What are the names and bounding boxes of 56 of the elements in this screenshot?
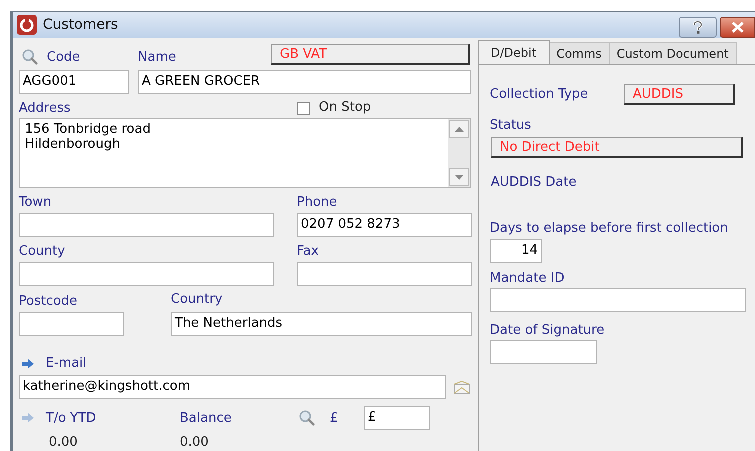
postcode-field[interactable] — [19, 312, 124, 336]
email-field[interactable]: katherine@kingshott.com — [19, 375, 446, 399]
on-stop-label: On Stop — [319, 99, 372, 118]
tab[interactable]: Comms — [550, 42, 610, 64]
phone-field[interactable]: 0207 052 8273 — [297, 213, 472, 237]
close-button[interactable] — [720, 17, 755, 38]
code-label: Code — [47, 50, 80, 64]
mandate-id-field[interactable] — [490, 288, 746, 312]
signature-date-field[interactable] — [490, 340, 597, 364]
name-field[interactable]: A GREEN GROCER — [138, 70, 471, 94]
town-field[interactable] — [19, 213, 274, 237]
county-field[interactable] — [19, 262, 274, 286]
search-icon[interactable] — [299, 410, 315, 426]
mandate-id-label: Mandate ID — [490, 271, 566, 286]
app-logo-icon — [17, 15, 37, 35]
collection-type-label: Collection Type — [490, 87, 590, 102]
currency-field[interactable]: £ — [364, 406, 430, 430]
address-label: Address — [19, 100, 72, 116]
turnover-label: T/o YTD — [46, 410, 96, 426]
arrow-icon[interactable] — [22, 413, 34, 423]
status-label: Status — [490, 118, 532, 133]
scrollbar[interactable] — [448, 119, 470, 187]
code-field[interactable]: AGG001 — [19, 70, 129, 94]
name-label: Name — [138, 50, 178, 65]
signature-date-label: Date of Signature — [490, 323, 606, 338]
postcode-label: Postcode — [19, 293, 79, 309]
country-field[interactable]: The Netherlands — [171, 312, 472, 336]
days-label: Days to elapse before first collection — [490, 221, 730, 236]
currency-label: £ — [330, 410, 340, 426]
address-line: 156 Tonbridge road — [25, 122, 152, 137]
tab[interactable]: Custom Document — [610, 42, 737, 64]
arrow-icon[interactable] — [22, 358, 34, 368]
scroll-up-icon[interactable] — [449, 120, 469, 138]
days-field[interactable]: 14 — [490, 239, 542, 263]
scroll-down-icon[interactable] — [449, 168, 469, 186]
window-title: Customers — [43, 16, 118, 34]
phone-label: Phone — [297, 195, 338, 210]
address-line: Hildenborough — [25, 137, 122, 152]
close-icon — [732, 22, 744, 33]
fax-label: Fax — [297, 244, 319, 259]
fax-field[interactable] — [297, 262, 472, 286]
search-icon[interactable] — [22, 49, 38, 65]
balance-value: 0.00 — [180, 434, 209, 451]
tab[interactable]: D/Debit — [478, 40, 550, 64]
address-field[interactable]: 156 Tonbridge road Hildenborough — [19, 118, 471, 188]
town-label: Town — [19, 195, 53, 210]
question-mark-icon — [693, 20, 703, 34]
help-button[interactable] — [679, 17, 717, 38]
balance-label: Balance — [180, 410, 233, 426]
turnover-value: 0.00 — [48, 434, 79, 451]
auddis-date-label: AUDDIS Date — [491, 175, 578, 190]
envelope-icon[interactable] — [454, 380, 470, 394]
county-label: County — [19, 244, 66, 259]
on-stop-checkbox[interactable] — [297, 102, 310, 114]
email-label: E-mail — [46, 356, 87, 371]
country-label: Country — [171, 292, 223, 309]
